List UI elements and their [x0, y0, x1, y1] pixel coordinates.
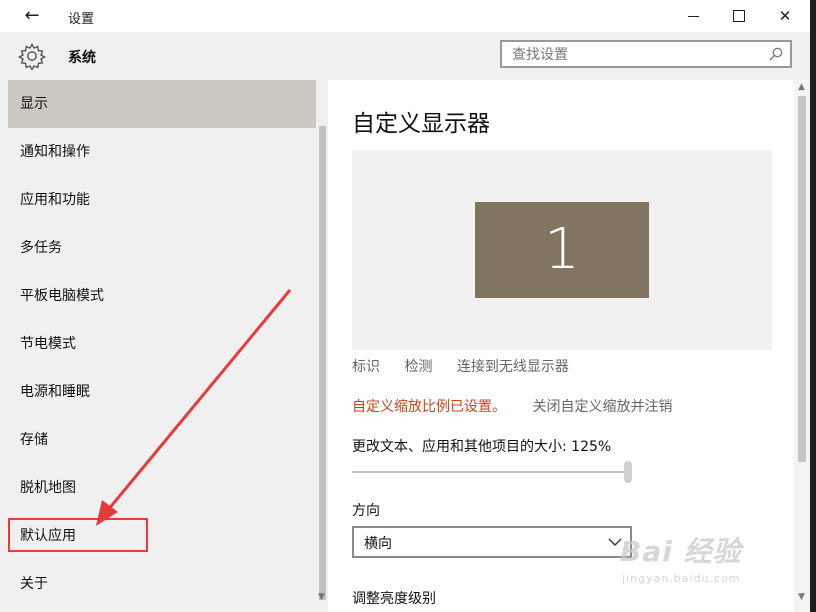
sidebar-scrollbar[interactable]: ▼: [316, 80, 328, 612]
size-label: 更改文本、应用和其他项目的大小: 125%: [352, 439, 612, 455]
scroll-up-arrow-icon[interactable]: ▲: [798, 82, 805, 92]
sidebar-item-multitasking[interactable]: 多任务: [8, 224, 316, 272]
turn-off-custom-scale-link[interactable]: 关闭自定义缩放并注销: [532, 399, 672, 415]
watermark-url: jingyan.baidu.com: [622, 572, 741, 585]
display-preview: 1: [352, 150, 772, 350]
window-title: 设置: [68, 12, 95, 27]
section-title: 系统: [68, 50, 96, 66]
title-bar: ← 设置 ✕: [0, 0, 816, 32]
orientation-dropdown[interactable]: 横向: [352, 526, 632, 558]
detect-link[interactable]: 检测: [404, 359, 432, 375]
orientation-value: 横向: [364, 536, 392, 552]
annotation-highlight-box: [8, 518, 148, 552]
back-arrow-icon: ←: [24, 5, 40, 26]
minimize-icon: [687, 15, 699, 18]
settings-window: ← 设置 ✕ 系统 显示 通知和操作 应: [0, 0, 816, 612]
close-icon: ✕: [778, 7, 792, 25]
sidebar-item-notifications[interactable]: 通知和操作: [8, 128, 316, 176]
sidebar-item-offline-maps[interactable]: 脱机地图: [8, 464, 316, 512]
sidebar-item-tablet-mode[interactable]: 平板电脑模式: [8, 272, 316, 320]
window-edge: [810, 0, 816, 612]
search-input[interactable]: [502, 42, 774, 68]
page-title: 自定义显示器: [352, 111, 490, 137]
brightness-label: 调整亮度级别: [352, 591, 436, 607]
identify-link[interactable]: 标识: [352, 359, 380, 375]
slider-track[interactable]: [352, 471, 628, 473]
sidebar-item-apps-features[interactable]: 应用和功能: [8, 176, 316, 224]
sidebar-item-battery-saver[interactable]: 节电模式: [8, 320, 316, 368]
search-box[interactable]: [500, 40, 792, 68]
sidebar-item-about[interactable]: 关于: [8, 560, 316, 608]
search-icon[interactable]: [768, 46, 784, 62]
display-links: 标识 检测 连接到无线显示器: [352, 356, 589, 376]
maximize-icon: [733, 9, 745, 22]
sidebar-item-power-sleep[interactable]: 电源和睡眠: [8, 368, 316, 416]
custom-scale-row: 自定义缩放比例已设置。 关闭自定义缩放并注销: [352, 396, 672, 416]
wireless-display-link[interactable]: 连接到无线显示器: [457, 359, 569, 375]
gear-icon: [18, 43, 46, 70]
content-scrollbar[interactable]: ▲ ▼: [794, 80, 810, 612]
maximize-button[interactable]: [716, 0, 762, 32]
slider-thumb[interactable]: [624, 461, 632, 483]
minimize-button[interactable]: [670, 0, 716, 32]
content-scroll-thumb[interactable]: [798, 96, 806, 462]
watermark-text: Bai 经验: [620, 535, 742, 568]
sidebar-scroll-thumb[interactable]: [319, 126, 326, 600]
settings-header: 系统: [0, 32, 816, 80]
watermark-logo: Bai 经验 jingyan.baidu.com: [620, 530, 790, 600]
monitor-tile[interactable]: 1: [475, 202, 649, 298]
back-button[interactable]: ←: [14, 4, 50, 28]
sidebar-item-display[interactable]: 显示: [8, 80, 316, 128]
close-button[interactable]: ✕: [762, 0, 808, 32]
orientation-label: 方向: [352, 503, 380, 519]
size-slider[interactable]: [352, 460, 632, 484]
scroll-down-arrow-icon[interactable]: ▼: [318, 592, 325, 602]
scroll-down-arrow-icon[interactable]: ▼: [798, 592, 805, 602]
custom-scale-warning: 自定义缩放比例已设置。: [352, 399, 506, 415]
sidebar-item-storage[interactable]: 存储: [8, 416, 316, 464]
